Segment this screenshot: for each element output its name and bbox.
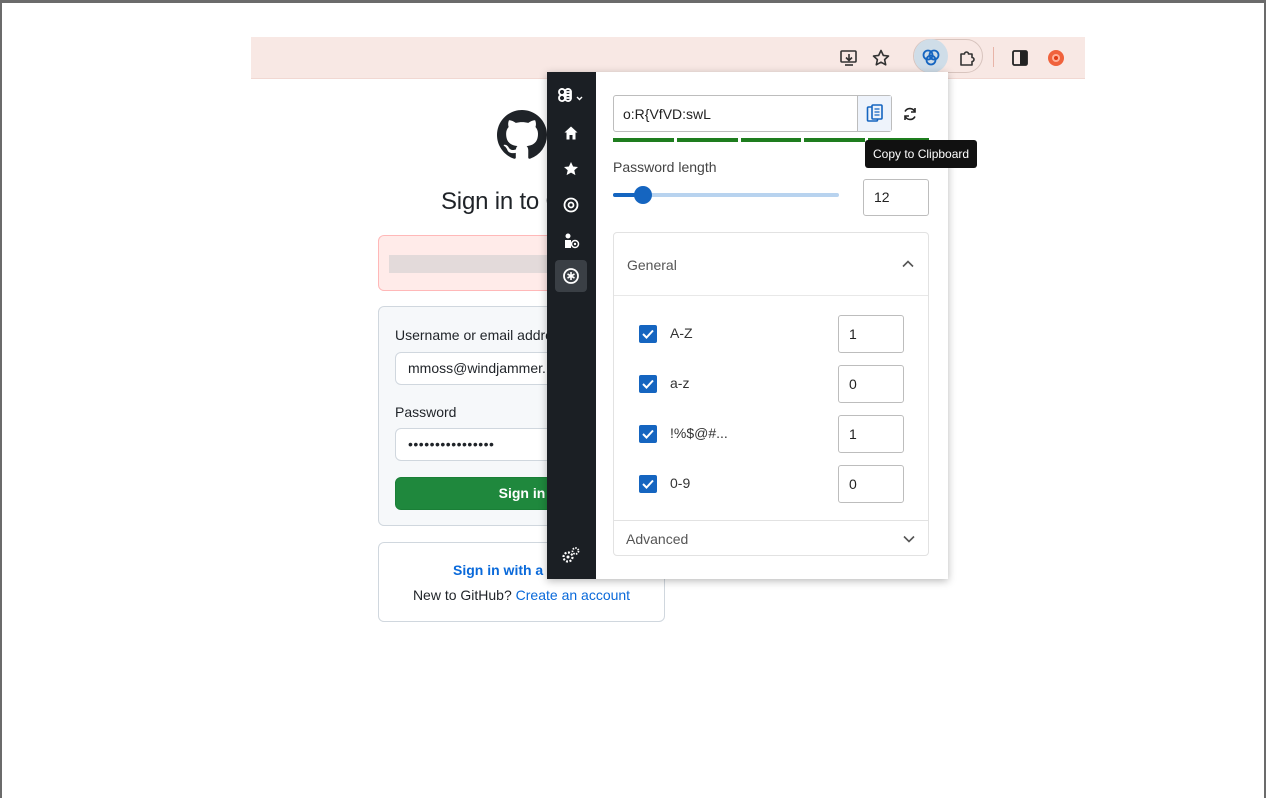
length-input[interactable]: 12 — [863, 179, 929, 216]
length-slider[interactable] — [613, 186, 839, 204]
general-title: General — [627, 257, 677, 273]
symbols-checkbox[interactable] — [639, 425, 657, 443]
new-to-github-text: New to GitHub? — [413, 587, 512, 603]
general-section: General A-Z 1 a-z 0 !%$@#... 1 0-9 — [613, 232, 929, 556]
username-label: Username or email addre — [395, 327, 553, 343]
copy-tooltip: Copy to Clipboard — [865, 140, 977, 168]
chevron-up-icon[interactable] — [900, 256, 916, 272]
generator-panel: o:R{VfVD:swL Copy to Clipboard Password … — [596, 72, 948, 579]
toolbar-separator — [993, 47, 994, 67]
option-label: A-Z — [670, 325, 693, 341]
option-row-uppercase: A-Z 1 — [639, 315, 909, 353]
advanced-section[interactable]: Advanced — [613, 520, 929, 556]
option-label: a-z — [670, 375, 689, 391]
option-row-symbols: !%$@#... 1 — [639, 415, 909, 453]
gears-icon[interactable] — [555, 539, 587, 571]
strength-segment — [677, 138, 738, 142]
refresh-icon[interactable] — [899, 103, 921, 125]
generator-icon[interactable] — [555, 260, 587, 292]
settings-icon[interactable] — [555, 189, 587, 221]
identity-icon[interactable] — [555, 225, 587, 257]
option-label: !%$@#... — [670, 425, 728, 441]
strength-segment — [741, 138, 802, 142]
uppercase-min-input[interactable]: 1 — [838, 315, 904, 353]
generated-password-field[interactable]: o:R{VfVD:swL — [613, 95, 892, 132]
home-icon[interactable] — [555, 117, 587, 149]
uppercase-checkbox[interactable] — [639, 325, 657, 343]
advanced-title: Advanced — [626, 531, 688, 547]
profile-icon[interactable] — [1044, 46, 1068, 70]
star-icon[interactable] — [869, 46, 893, 70]
length-label: Password length — [613, 159, 717, 175]
generated-password[interactable]: o:R{VfVD:swL — [623, 106, 711, 122]
password-generator-popup: o:R{VfVD:swL Copy to Clipboard Password … — [547, 72, 948, 579]
option-label: 0-9 — [670, 475, 690, 491]
symbols-min-input[interactable]: 1 — [838, 415, 904, 453]
lowercase-min-input[interactable]: 0 — [838, 365, 904, 403]
slider-thumb[interactable] — [634, 186, 652, 204]
strength-segment — [804, 138, 865, 142]
digits-checkbox[interactable] — [639, 475, 657, 493]
new-account-row: New to GitHub? Create an account — [379, 587, 664, 603]
general-header[interactable]: General — [614, 233, 928, 296]
redacted-message — [389, 255, 559, 273]
chevron-down-icon[interactable] — [901, 531, 917, 547]
lowercase-checkbox[interactable] — [639, 375, 657, 393]
clipboard-icon — [866, 104, 884, 124]
star-icon[interactable] — [555, 153, 587, 185]
github-logo-icon — [497, 110, 547, 160]
puzzle-icon[interactable] — [955, 46, 979, 70]
password-label: Password — [395, 404, 456, 420]
command-icon[interactable] — [555, 80, 587, 112]
option-row-digits: 0-9 0 — [639, 465, 909, 503]
passkey-link[interactable]: Sign in with a p — [453, 562, 556, 578]
copy-button[interactable] — [857, 96, 891, 131]
install-icon[interactable] — [837, 46, 861, 70]
page-title: Sign in to G — [441, 188, 564, 216]
create-account-link[interactable]: Create an account — [516, 587, 630, 603]
digits-min-input[interactable]: 0 — [838, 465, 904, 503]
popup-sidebar — [547, 72, 596, 579]
strength-segment — [613, 138, 674, 142]
keeper-extension-icon[interactable] — [919, 46, 943, 70]
option-row-lowercase: a-z 0 — [639, 365, 909, 403]
side-panel-icon[interactable] — [1008, 46, 1032, 70]
